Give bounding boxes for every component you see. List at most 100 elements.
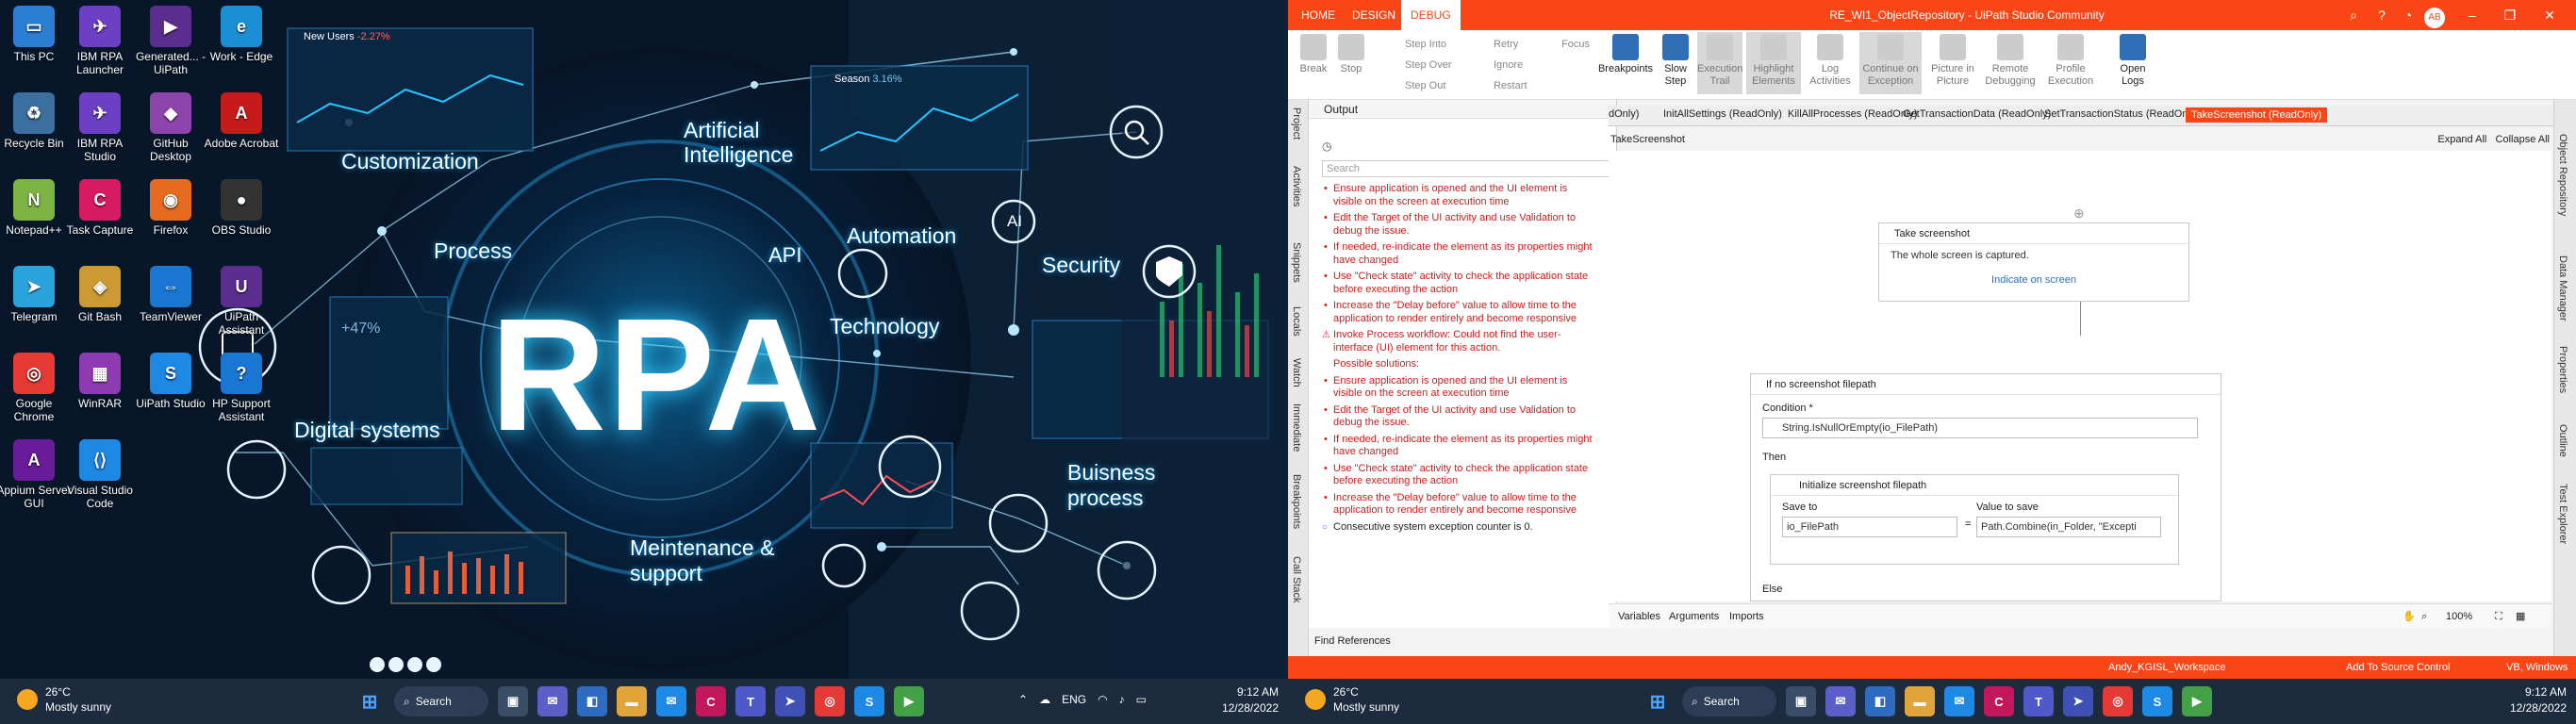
widgets-icon[interactable]: ◧: [577, 686, 607, 716]
output-log-line[interactable]: Use "Check state" activity to check the …: [1322, 463, 1595, 488]
wifi-icon[interactable]: ◠: [1098, 693, 1107, 706]
open-logs-button[interactable]: Open Logs: [2114, 34, 2152, 88]
chat-icon[interactable]: ✉: [537, 686, 568, 716]
output-log-line[interactable]: Increase the "Delay before" value to all…: [1322, 492, 1595, 518]
desktop-icon[interactable]: ● OBS Studio: [202, 179, 281, 237]
breadcrumb[interactable]: TakeScreenshot: [1610, 130, 2553, 149]
restart-button[interactable]: Restart: [1494, 79, 1527, 92]
output-log-line[interactable]: If needed, re-indicate the element as it…: [1322, 434, 1595, 459]
overview-icon[interactable]: ▦: [2516, 604, 2525, 629]
output-log-line[interactable]: Possible solutions:: [1322, 358, 1595, 371]
output-log-line[interactable]: Ensure application is opened and the UI …: [1322, 375, 1595, 401]
step-over-button[interactable]: Step Over: [1405, 58, 1452, 72]
desktop-icon[interactable]: ◉ Firefox: [131, 179, 210, 237]
output-log-line[interactable]: Consecutive system exception counter is …: [1322, 521, 1595, 535]
workflow-canvas[interactable]: ⊕ Take screenshot The whole screen is ca…: [1609, 151, 2551, 601]
imports-tab[interactable]: Imports: [1729, 604, 1764, 629]
right-strip-tab[interactable]: Outline: [2557, 424, 2568, 457]
teams-icon[interactable]: T: [735, 686, 766, 716]
mail-icon[interactable]: ✉: [656, 686, 686, 716]
chat-icon[interactable]: ✉: [1825, 686, 1856, 716]
document-tab[interactable]: SetTransactionStatus (ReadOnly): [2044, 108, 2199, 120]
output-log-line[interactable]: Use "Check state" activity to check the …: [1322, 271, 1595, 296]
profile-execution-button[interactable]: Profile Execution: [2042, 34, 2099, 88]
desktop-icon[interactable]: A Adobe Acrobat: [202, 92, 281, 150]
step-out-button[interactable]: Step Out: [1405, 79, 1445, 92]
variables-tab[interactable]: Variables: [1618, 604, 1660, 629]
document-tab[interactable]: dOnly): [1609, 108, 1639, 120]
maximize-icon[interactable]: ❐: [2491, 0, 2529, 30]
left-strip-tab[interactable]: Watch: [1291, 358, 1302, 387]
desktop-icon[interactable]: e Work - Edge: [202, 6, 281, 63]
tab-debug[interactable]: DEBUG: [1401, 0, 1461, 30]
power-automate-icon[interactable]: ➤: [775, 686, 805, 716]
desktop-icon[interactable]: ◈ Git Bash: [60, 266, 140, 323]
task-capture-icon[interactable]: C: [696, 686, 726, 716]
chevron-up-icon[interactable]: ⌃: [1018, 693, 1028, 706]
left-strip-tab[interactable]: Breakpoints: [1291, 474, 1302, 529]
clock-right[interactable]: 9:12 AM 12/28/2022: [2510, 684, 2567, 716]
left-strip-tab[interactable]: Snippets: [1291, 242, 1302, 283]
tab-home[interactable]: HOME: [1292, 0, 1345, 30]
document-tab[interactable]: TakeScreenshot (ReadOnly): [2186, 107, 2328, 123]
take-screenshot-activity[interactable]: Take screenshot The whole screen is capt…: [1878, 222, 2189, 302]
desktop-icon[interactable]: ▦ WinRAR: [60, 353, 140, 410]
step-into-button[interactable]: Step Into: [1405, 38, 1446, 51]
avatar[interactable]: AB: [2416, 0, 2453, 30]
mail-icon[interactable]: ✉: [1944, 686, 1974, 716]
ignore-button[interactable]: Ignore: [1494, 58, 1523, 72]
task-view-icon[interactable]: ▣: [498, 686, 528, 716]
output-search-input[interactable]: Search: [1322, 160, 1610, 177]
pan-icon[interactable]: ✋: [2403, 604, 2416, 629]
uipath-assistant-icon[interactable]: ▶: [2182, 686, 2212, 716]
task-view-icon[interactable]: ▣: [1786, 686, 1816, 716]
right-strip-tab[interactable]: Test Explorer: [2557, 484, 2568, 544]
assign-activity[interactable]: Initialize screenshot filepath Save to V…: [1770, 474, 2179, 565]
uipath-assistant-icon[interactable]: ▶: [894, 686, 924, 716]
language-indicator[interactable]: ENG: [1062, 693, 1086, 706]
close-icon[interactable]: ✕: [2531, 0, 2568, 30]
arguments-tab[interactable]: Arguments: [1669, 604, 1719, 629]
focus-button[interactable]: Focus: [1561, 38, 1590, 51]
minimize-icon[interactable]: –: [2453, 0, 2491, 30]
desktop-icon[interactable]: S UiPath Studio: [131, 353, 210, 410]
onedrive-icon[interactable]: ☁: [1039, 693, 1050, 706]
picture-in-picture-button[interactable]: Picture in Picture: [1927, 34, 1978, 88]
output-log-line[interactable]: Invoke Process workflow: Could not find …: [1322, 329, 1595, 354]
clock[interactable]: 9:12 AM 12/28/2022: [1222, 684, 1279, 716]
output-log-line[interactable]: Increase the "Delay before" value to all…: [1322, 300, 1595, 325]
widgets-icon[interactable]: ◧: [1865, 686, 1895, 716]
retry-button[interactable]: Retry: [1494, 38, 1518, 51]
condition-field[interactable]: String.IsNullOrEmpty(io_FilePath): [1762, 418, 2198, 438]
file-explorer-icon[interactable]: ▬: [617, 686, 647, 716]
document-tab[interactable]: InitAllSettings (ReadOnly): [1663, 108, 1782, 120]
document-tab[interactable]: KillAllProcesses (ReadOnly): [1788, 108, 1918, 120]
chrome-icon[interactable]: ◎: [2103, 686, 2133, 716]
document-tab[interactable]: GetTransactionData (ReadOnly): [1903, 108, 2051, 120]
execution-trail-button[interactable]: Execution Trail: [1697, 32, 1742, 94]
uipath-studio-icon[interactable]: S: [2142, 686, 2172, 716]
if-activity[interactable]: If no screenshot filepath Condition * St…: [1750, 373, 2221, 601]
tab-design[interactable]: DESIGN: [1343, 0, 1405, 30]
break-button[interactable]: Break: [1297, 34, 1329, 75]
add-activity-icon[interactable]: ⊕: [2073, 206, 2085, 222]
weather-widget-right[interactable]: 26°C Mostly sunny: [1305, 684, 1399, 715]
desktop-icon[interactable]: C Task Capture: [60, 179, 140, 237]
output-log-line[interactable]: If needed, re-indicate the element as it…: [1322, 241, 1595, 267]
indicate-on-screen-link[interactable]: Indicate on screen: [1879, 267, 2188, 291]
breakpoints-button[interactable]: Breakpoints: [1595, 34, 1656, 75]
expand-all-button[interactable]: Expand All: [2437, 134, 2486, 145]
fit-icon[interactable]: ⛶: [2495, 604, 2502, 629]
value-to-save-field[interactable]: Path.Combine(in_Folder, "Excepti: [1976, 517, 2161, 537]
output-log-line[interactable]: Ensure application is opened and the UI …: [1322, 183, 1595, 208]
left-strip-tab[interactable]: Activities: [1291, 166, 1302, 206]
desktop-icon[interactable]: ✈ IBM RPA Launcher: [60, 6, 140, 76]
zoom-icon[interactable]: ⌕: [2421, 604, 2427, 629]
taskbar-search[interactable]: ⌕ Search: [1682, 686, 1776, 716]
desktop-icon[interactable]: ⇔ TeamViewer: [131, 266, 210, 323]
taskbar-search[interactable]: ⌕ Search: [394, 686, 488, 716]
language-indicator[interactable]: VB, Windows: [2506, 656, 2568, 679]
right-strip-tab[interactable]: Data Manager: [2557, 255, 2568, 321]
windows-start-icon[interactable]: ⊞: [355, 686, 385, 716]
slow-step-button[interactable]: Slow Step: [1660, 34, 1692, 88]
